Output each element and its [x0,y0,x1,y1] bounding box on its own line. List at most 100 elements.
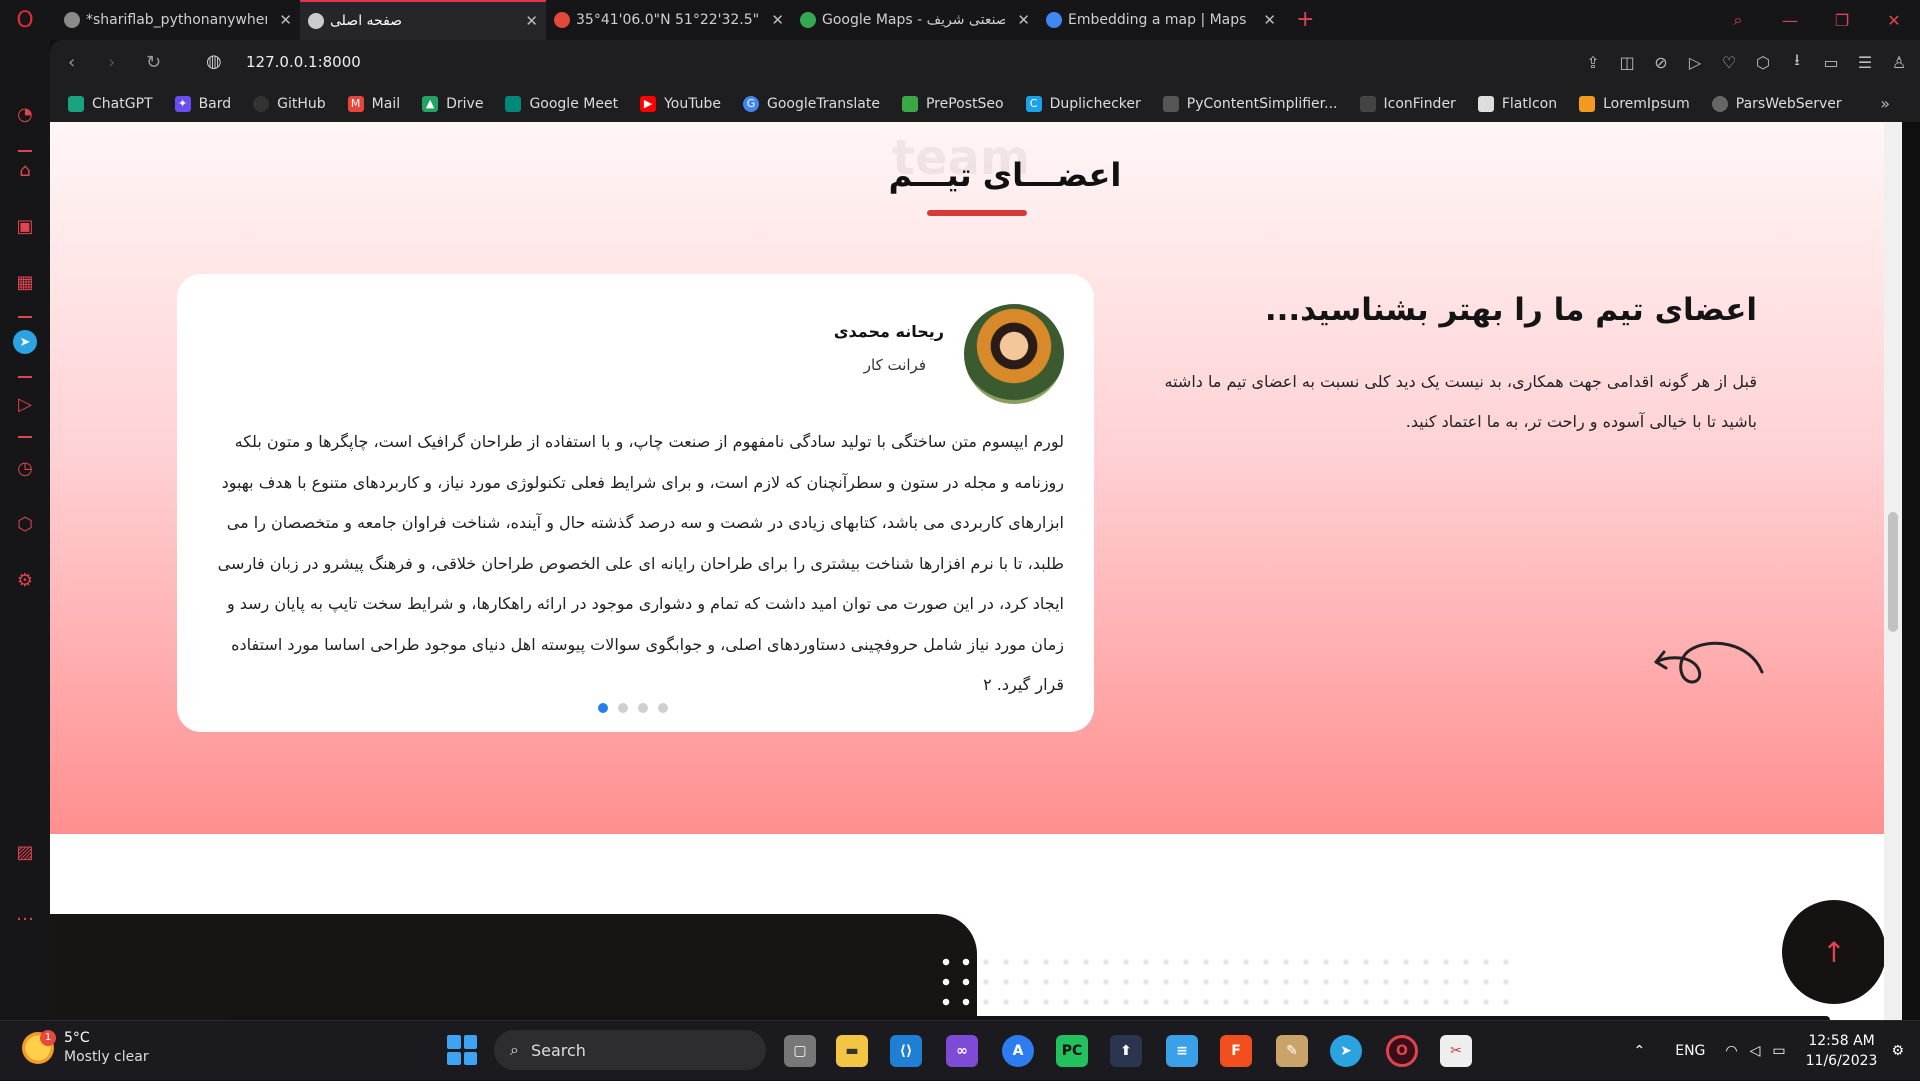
notification-badge: 1 [40,1030,56,1046]
snipping-tool-icon[interactable]: ✂ [1440,1035,1472,1067]
carousel-dot[interactable] [658,703,668,713]
bookmark-pycontent[interactable]: PyContentSimplifier... [1163,96,1338,112]
scrollbar-thumb[interactable] [1888,512,1898,632]
wifi-icon[interactable]: ◠ [1725,1043,1737,1059]
gallery-icon[interactable]: ▨ [13,840,37,864]
url-field[interactable]: 127.0.0.1:8000 [246,53,361,71]
bookmark-iconfinder[interactable]: IconFinder [1360,96,1456,112]
history-icon[interactable]: ◷ [13,456,37,480]
bookmark-chatgpt[interactable]: ChatGPT [68,96,153,112]
snapshot-icon[interactable]: ◫ [1616,48,1638,76]
meet-icon [505,96,521,112]
telegram-icon[interactable]: ➤ [13,330,37,354]
bookmark-prepostseo[interactable]: PrePostSeo [902,96,1004,112]
telegram-icon[interactable]: ➤ [1330,1035,1362,1067]
vscode-icon[interactable]: ⟨⟩ [890,1035,922,1067]
chevron-up-icon[interactable]: ⌃ [1634,1043,1646,1059]
opera-icon[interactable]: O [1386,1035,1418,1067]
visual-studio-icon[interactable]: ∞ [946,1035,978,1067]
bookmark-bard[interactable]: ✦Bard [175,96,232,112]
tab-title: Embedding a map | Maps [1068,12,1251,28]
tab-pythonanywhere[interactable]: *shariflab_pythonanywhere ✕ [56,0,300,40]
bookmark-loremipsum[interactable]: LoremIpsum [1579,96,1690,112]
extensions-icon[interactable]: ▦ [13,270,37,294]
bookmark-github[interactable]: GitHub [253,96,326,112]
weather-widget[interactable]: 1 5°C Mostly clear [22,1029,149,1067]
tab-coordinates[interactable]: 35°41'06.0"N 51°22'32.5"E ✕ [546,0,792,40]
profile-icon[interactable]: ♙ [1888,48,1910,76]
figma-icon[interactable]: F [1220,1035,1252,1067]
carousel-dot[interactable] [598,703,608,713]
carousel-dot[interactable] [618,703,628,713]
crypto-wallet-icon[interactable]: ⬡ [13,512,37,536]
bookmark-youtube[interactable]: ▶YouTube [640,96,721,112]
bookmark-heart-icon[interactable]: ♡ [1718,48,1740,76]
back-button[interactable]: ‹ [68,52,75,73]
search-tabs-icon[interactable]: ⌕ [1712,10,1764,30]
new-tab-button[interactable]: + [1284,0,1326,40]
tab-close-icon[interactable]: ✕ [1263,11,1276,29]
bookmark-mail[interactable]: MMail [348,96,400,112]
bookmark-parsweb[interactable]: ParsWebServer [1712,96,1842,112]
bookmark-meet[interactable]: Google Meet [505,96,618,112]
tab-home[interactable]: صفحه اصلی ✕ [300,0,546,40]
app-store-icon[interactable]: A [1002,1035,1034,1067]
share-icon[interactable]: ⇪ [1582,48,1604,76]
shopping-icon[interactable]: ⌂ [13,158,37,182]
bookmark-translate[interactable]: GGoogleTranslate [743,96,880,112]
clock[interactable]: 12:58 AM 11/6/2023 [1806,1031,1878,1071]
opera-menu-icon[interactable]: O [0,0,50,40]
downloads-icon[interactable]: ⭳ [1786,48,1808,76]
bookmark-flaticon[interactable]: FlatIcon [1478,96,1557,112]
member-role: فرانت کار [864,356,926,374]
app-icon[interactable]: ⬆ [1110,1035,1142,1067]
pycharm-icon[interactable]: PC [1056,1035,1088,1067]
clock-time: 12:58 AM [1806,1031,1878,1051]
task-view-icon[interactable]: ▢ [784,1035,816,1067]
input-language[interactable]: ENG [1675,1043,1705,1059]
browser-tab-bar: O *shariflab_pythonanywhere ✕ صفحه اصلی … [0,0,1920,40]
site-info-icon[interactable]: ◍ [206,51,222,72]
easy-setup-icon[interactable]: ☰ [1854,48,1876,76]
tab-close-icon[interactable]: ✕ [1017,11,1030,29]
more-icon[interactable]: … [13,902,37,926]
close-window-button[interactable]: ✕ [1868,11,1920,30]
github-icon [253,96,269,112]
bookmarks-overflow-icon[interactable]: » [1880,94,1890,113]
start-button[interactable] [447,1035,477,1065]
player-icon[interactable]: ▷ [13,392,37,416]
minimize-button[interactable]: — [1764,11,1816,30]
notepad-icon[interactable]: ≡ [1166,1035,1198,1067]
tab-close-icon[interactable]: ✕ [279,11,292,29]
send-icon[interactable]: ▷ [1684,48,1706,76]
google-icon: G [743,96,759,112]
taskbar-search[interactable]: ⌕ Search [494,1030,766,1070]
team-member-card: ریحانه محمدی فرانت کار لورم ایپسوم متن س… [177,274,1094,732]
tab-embedding-map[interactable]: Embedding a map | Maps ✕ [1038,0,1284,40]
forward-button[interactable]: › [108,52,115,73]
tab-google-maps[interactable]: Google Maps - صنعتی شریف ✕ [792,0,1038,40]
page-scrollbar[interactable] [1884,122,1902,1020]
sidebar-divider [18,316,32,318]
volume-icon[interactable]: ◁ [1750,1043,1761,1059]
tab-close-icon[interactable]: ✕ [771,11,784,29]
carousel-dot[interactable] [638,703,648,713]
gimp-icon[interactable]: ✎ [1276,1035,1308,1067]
bookmark-drive[interactable]: ▲Drive [422,96,483,112]
battery-icon[interactable]: ▭ [1772,1043,1785,1059]
twitch-icon[interactable]: ▣ [13,214,37,238]
bookmark-duplichecker[interactable]: CDuplichecker [1026,96,1141,112]
search-label: Search [531,1041,586,1060]
tab-title: 35°41'06.0"N 51°22'32.5"E [576,12,759,28]
speed-dial-icon[interactable]: ◔ [13,102,37,126]
settings-icon[interactable]: ⚙ [13,568,37,592]
adblock-icon[interactable]: ⊘ [1650,48,1672,76]
restore-button[interactable]: ❐ [1816,11,1868,30]
extensions-cube-icon[interactable]: ⬡ [1752,48,1774,76]
battery-saver-icon[interactable]: ▭ [1820,48,1842,76]
tab-close-icon[interactable]: ✕ [525,12,538,30]
reload-button[interactable]: ↻ [146,52,161,73]
notifications-icon[interactable]: ⚙ [1891,1043,1904,1059]
scroll-to-top-button[interactable]: ↑ [1782,900,1886,1004]
file-explorer-icon[interactable]: ▬ [836,1035,868,1067]
